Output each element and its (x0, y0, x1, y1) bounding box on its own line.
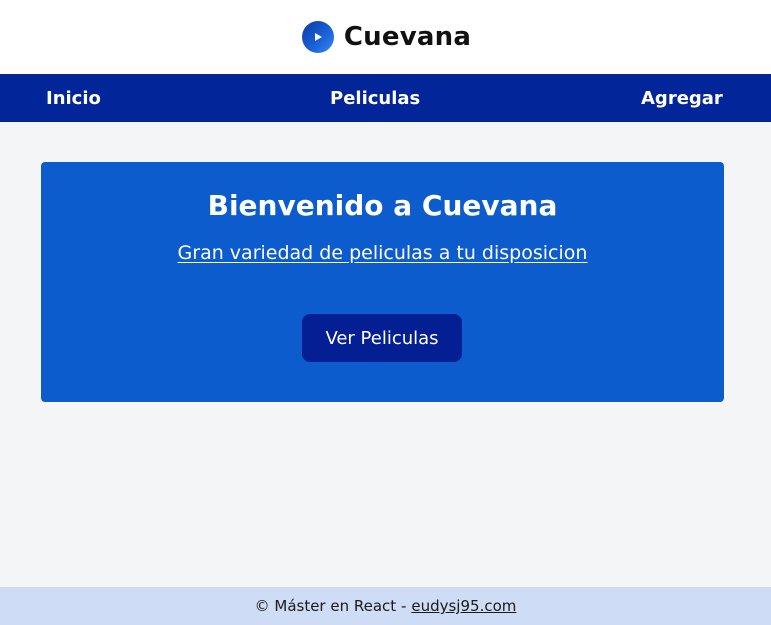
play-circle-icon (301, 21, 334, 53)
brand-name: Cuevana (343, 22, 472, 52)
hero-subtitle-wrapper: Gran variedad de peliculas a tu disposic… (41, 240, 724, 266)
main-nav: Inicio Peliculas Agregar (0, 74, 771, 122)
ver-peliculas-button[interactable]: Ver Peliculas (302, 314, 462, 362)
site-header: Cuevana (0, 0, 771, 74)
nav-item-agregar[interactable]: Agregar (641, 74, 723, 122)
brand[interactable]: Cuevana (301, 21, 472, 53)
nav-item-peliculas[interactable]: Peliculas (330, 74, 420, 122)
nav-item-inicio[interactable]: Inicio (46, 74, 101, 122)
footer-link[interactable]: eudysj95.com (411, 597, 516, 615)
footer-text: © Máster en React - (254, 597, 407, 615)
welcome-hero: Bienvenido a Cuevana Gran variedad de pe… (41, 162, 724, 402)
hero-title: Bienvenido a Cuevana (207, 189, 558, 222)
hero-subtitle-link[interactable]: Gran variedad de peliculas a tu disposic… (178, 242, 588, 264)
site-footer: © Máster en React - eudysj95.com (0, 587, 771, 625)
